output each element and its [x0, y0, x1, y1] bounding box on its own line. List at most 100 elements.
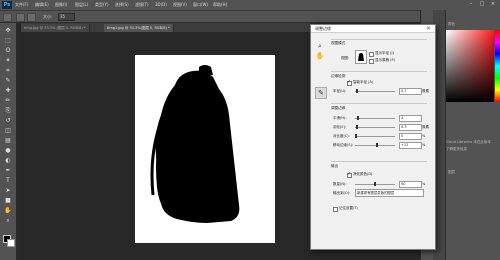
shift-edge-label: 移动边缘(S): [333, 143, 354, 147]
remember-settings-checkbox[interactable] [333, 207, 338, 212]
hand-icon[interactable]: ✋ [315, 51, 325, 61]
history-brush-icon[interactable]: ↺ [3, 117, 13, 125]
shift-edge-field[interactable]: +12 [399, 142, 422, 149]
magic-wand-icon[interactable]: ✶ [3, 57, 13, 65]
radius-field[interactable]: 0.7 [399, 88, 422, 95]
pen-icon[interactable]: ✒ [3, 167, 13, 175]
contrast-slider-thumb[interactable] [355, 134, 357, 138]
dialog-title: 调整边缘 [311, 25, 435, 33]
amount-field[interactable]: 50 [399, 181, 422, 188]
feather-field[interactable]: 0.3 [399, 124, 422, 131]
smooth-label: 平滑(H): [333, 116, 347, 120]
close-window-button[interactable]: × [488, 1, 498, 8]
photoshop-logo: Ps [2, 1, 12, 9]
backpack-silhouette [150, 65, 240, 223]
menu-file[interactable]: 文件(F) [15, 2, 28, 8]
layers-panel-tab[interactable]: 图层 [448, 170, 455, 175]
document-canvas[interactable] [135, 55, 275, 243]
decontaminate-label: 净化颜色(D) [353, 172, 373, 176]
feather-slider[interactable] [355, 127, 395, 128]
dodge-icon[interactable]: ◐ [3, 157, 13, 165]
menu-3d[interactable]: 3D(D) [155, 2, 167, 7]
learn-more-link[interactable]: 了解更多信息 [446, 147, 467, 152]
gradient-icon[interactable]: ▤ [3, 137, 13, 145]
feather-unit: 像素 [422, 125, 429, 129]
smooth-slider-thumb[interactable] [356, 116, 359, 120]
menu-select[interactable]: 选择(S) [115, 2, 129, 8]
crop-icon[interactable]: ⌗ [3, 67, 13, 75]
contrast-label: 对比度(C): [333, 134, 350, 138]
refine-radius-brush-icon[interactable]: ✎ [315, 87, 327, 99]
shape-icon[interactable]: ■ [3, 197, 13, 205]
view-mode-heading: 视图模式 [331, 41, 346, 45]
view-thumbnail[interactable] [355, 50, 367, 64]
smooth-field[interactable]: 4 [399, 115, 422, 122]
healing-icon[interactable]: ✚ [3, 87, 13, 95]
background-color-swatch[interactable] [7, 239, 15, 247]
tab-timg1[interactable]: timg1.jpg @ 33.3%(图层 0, RGB/8) * [104, 24, 174, 32]
document-tabs: timg.jpg @ 33.3% (图层 0, RGB/8) * timg1.j… [21, 23, 310, 32]
zoom-icon[interactable]: ⌕ [3, 217, 13, 225]
menu-help[interactable]: 帮助(H) [213, 2, 227, 8]
menu-edit[interactable]: 编辑(E) [35, 2, 49, 8]
radius-slider[interactable] [355, 91, 395, 92]
menu-image[interactable]: 图像(I) [55, 2, 67, 8]
marquee-icon[interactable]: ⬚ [3, 37, 13, 45]
type-icon[interactable]: T [3, 177, 13, 185]
eyedropper-icon[interactable]: ✎ [3, 77, 13, 85]
view-label: 视图: [341, 56, 350, 60]
path-select-icon[interactable]: ➤ [3, 187, 13, 195]
brush-mode-icon[interactable] [16, 13, 25, 22]
minimize-button[interactable]: – [466, 1, 476, 8]
view-mode-group: 视图模式 视图: 显示半径 (J) 显示原稿 (P) [331, 39, 427, 64]
size-field[interactable]: 35 [58, 13, 75, 21]
feather-slider-thumb[interactable] [355, 125, 358, 129]
zoom-icon[interactable]: ⌕ [315, 41, 325, 51]
output-heading: 输出 [331, 164, 339, 168]
hand-icon[interactable]: ✋ [3, 207, 13, 215]
eraser-icon[interactable]: ◫ [3, 127, 13, 135]
output-group: 输出 净化颜色(D) 数量(N): 50 % 输出到(O): 新建带有图层蒙版的… [331, 161, 427, 197]
show-original-checkbox[interactable] [369, 59, 374, 64]
move-icon[interactable]: ✥ [3, 27, 13, 35]
stamp-icon[interactable]: ⎘ [3, 107, 13, 115]
tool-preset-icon[interactable] [3, 13, 12, 22]
menu-type[interactable]: 类型(Y) [95, 2, 109, 8]
show-radius-checkbox[interactable] [369, 52, 374, 57]
contrast-field[interactable]: 0 [399, 133, 422, 140]
smart-radius-checkbox[interactable] [347, 79, 352, 86]
smooth-slider[interactable] [355, 118, 395, 119]
decontaminate-checkbox[interactable] [347, 171, 352, 178]
menu-filter[interactable]: 滤镜(T) [135, 2, 149, 8]
refine-edge-dialog: 调整边缘 × ⌕ ✋ ✎ 视图模式 视图: 显示半径 (J) 显示原稿 (P) … [310, 24, 436, 250]
radius-slider-thumb[interactable] [356, 89, 358, 93]
menu-layer[interactable]: 图层(L) [75, 2, 88, 8]
edge-detection-heading: 边缘检测 [331, 74, 346, 78]
blur-icon[interactable]: ● [3, 147, 13, 155]
output-to-select[interactable]: 新建带有图层蒙版的图层 [355, 189, 424, 197]
tab-timg[interactable]: timg.jpg @ 33.3% (图层 0, RGB/8) * [21, 24, 90, 32]
brush-icon[interactable]: ✏ [3, 97, 13, 105]
menu-window[interactable]: 窗口(W) [193, 2, 208, 8]
radius-unit: 像素 [422, 89, 429, 93]
brush-options-icon[interactable] [27, 13, 36, 22]
libraries-text: Cloud Libraries 未在此版本 [446, 140, 491, 144]
adjust-edge-heading: 调整边缘 [331, 106, 346, 110]
shift-edge-slider[interactable] [355, 145, 395, 146]
shift-edge-slider-thumb[interactable] [376, 143, 379, 147]
color-panel-tab[interactable]: 颜色 [448, 22, 455, 27]
close-icon[interactable]: × [426, 25, 432, 33]
amount-slider-thumb[interactable] [374, 182, 376, 186]
hue-slider[interactable] [495, 30, 500, 102]
amount-label: 数量(N): [333, 182, 347, 186]
amount-unit: % [422, 182, 426, 186]
show-original-label: 显示原稿 (P) [375, 58, 395, 62]
color-picker-field[interactable] [446, 30, 494, 102]
lasso-icon[interactable]: ʘ [3, 47, 13, 55]
menu-view[interactable]: 视图(V) [173, 2, 187, 8]
edge-detection-group: 边缘检测 智能半径 (A) 半径(U): 0.7 像素 [331, 71, 429, 95]
window-controls: – □ × [465, 1, 498, 8]
maximize-button[interactable]: □ [477, 1, 487, 8]
contrast-slider[interactable] [355, 136, 395, 137]
backpack-thumbnail-icon [358, 53, 364, 61]
